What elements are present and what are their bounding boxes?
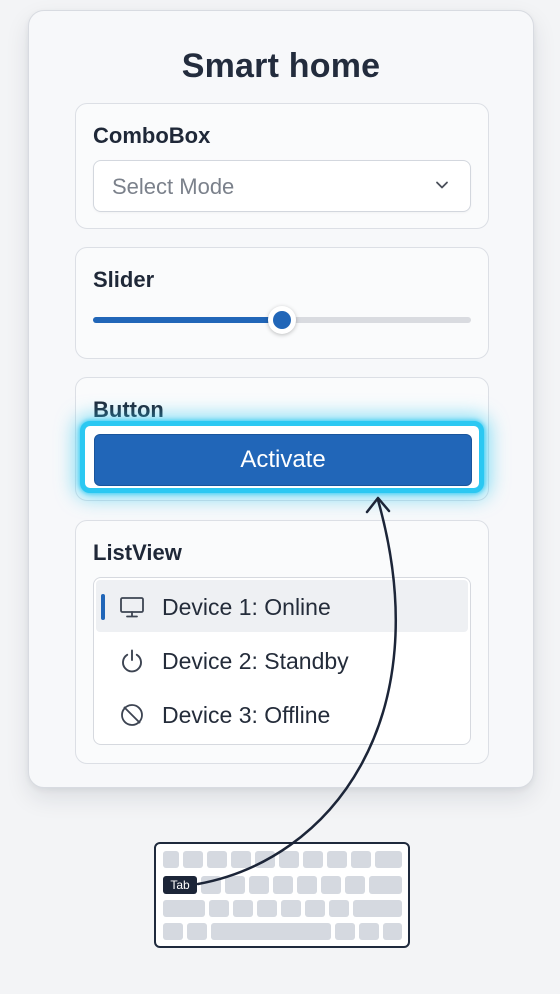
power-icon <box>122 649 142 673</box>
key <box>281 900 301 917</box>
key <box>329 900 349 917</box>
list-item-label: Device 2: Standby <box>162 648 349 674</box>
key <box>297 876 317 894</box>
selection-indicator <box>101 594 105 620</box>
key <box>163 900 205 917</box>
key <box>249 876 269 894</box>
key <box>163 923 183 940</box>
tab-key: Tab <box>163 876 197 894</box>
key <box>327 851 347 868</box>
key <box>225 876 245 894</box>
button-section-label: Button <box>93 397 164 422</box>
key <box>207 851 227 868</box>
list-item-label: Device 1: Online <box>162 594 331 620</box>
key <box>369 876 402 894</box>
listview-section: ListView Device 1: Online Device 2: Stan… <box>75 520 489 764</box>
monitor-icon <box>120 597 144 618</box>
listview-section-label: ListView <box>93 540 182 565</box>
slider-thumb[interactable] <box>268 306 296 334</box>
key <box>335 923 355 940</box>
key <box>351 851 371 868</box>
key <box>201 876 221 894</box>
slider-track[interactable] <box>93 306 471 334</box>
combobox-section-label: ComboBox <box>93 123 211 148</box>
list-item[interactable]: Device 3: Offline <box>96 688 468 740</box>
list-item-label: Device 3: Offline <box>162 702 331 728</box>
key <box>359 923 379 940</box>
chevron-down-icon <box>436 181 448 189</box>
keyboard-illustration: Tab <box>154 842 410 948</box>
spacebar-key <box>211 923 331 940</box>
offline-icon <box>121 704 143 726</box>
device-listview[interactable]: Device 1: Online Device 2: Standby Devic… <box>93 577 471 745</box>
key <box>231 851 251 868</box>
key <box>375 851 402 868</box>
slider-section: Slider <box>75 247 489 359</box>
key <box>183 851 203 868</box>
key <box>305 900 325 917</box>
key <box>163 851 179 868</box>
key <box>209 900 229 917</box>
key <box>383 923 402 940</box>
mode-combobox[interactable]: Select Mode <box>93 160 471 212</box>
key <box>345 876 365 894</box>
key <box>255 851 275 868</box>
key <box>353 900 402 917</box>
key <box>321 876 341 894</box>
key <box>279 851 299 868</box>
combobox-section: ComboBox Select Mode <box>75 103 489 229</box>
button-section: Button Activate <box>75 377 489 501</box>
key <box>233 900 253 917</box>
key <box>257 900 277 917</box>
combobox-placeholder: Select Mode <box>112 174 235 199</box>
key <box>187 923 207 940</box>
app-window: Smart home ComboBox Select Mode Slider B… <box>28 10 534 788</box>
slider-section-label: Slider <box>93 267 155 292</box>
activate-button[interactable]: Activate <box>94 434 472 486</box>
list-item[interactable]: Device 2: Standby <box>96 634 468 686</box>
slider-fill <box>93 317 282 323</box>
app-title: Smart home <box>181 47 381 85</box>
key <box>273 876 293 894</box>
key <box>303 851 323 868</box>
list-item[interactable]: Device 1: Online <box>96 580 468 632</box>
